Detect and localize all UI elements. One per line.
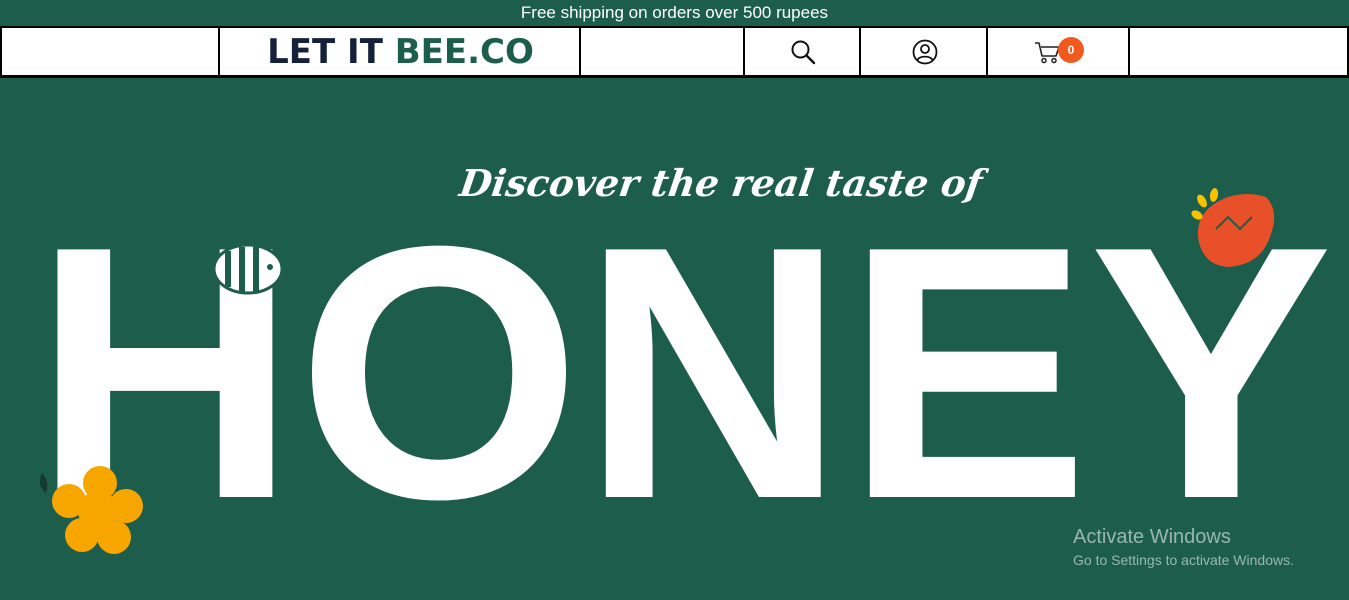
announcement-bar: Free shipping on orders over 500 rupees xyxy=(0,0,1349,26)
logo-link[interactable]: LET IT BEE.CO xyxy=(218,28,581,75)
search-button[interactable] xyxy=(743,28,861,75)
search-icon xyxy=(791,40,816,64)
watermark-title: Activate Windows xyxy=(1073,526,1231,548)
bee-icon xyxy=(212,186,289,295)
brand-logo: LET IT BEE.CO xyxy=(267,32,534,72)
hero-banner: Discover the real taste of HONEY xyxy=(0,79,1349,600)
brand-name-part1: LET IT xyxy=(267,31,395,72)
red-flower-icon xyxy=(1191,188,1275,267)
hero-tagline: Discover the real taste of xyxy=(456,161,986,205)
announcement-text: Free shipping on orders over 500 rupees xyxy=(520,3,829,22)
site-header: LET IT BEE.CO xyxy=(0,26,1349,78)
header-spacer-right xyxy=(1128,28,1347,75)
account-button[interactable] xyxy=(859,28,988,75)
cart-count-badge: 0 xyxy=(1058,37,1084,63)
brand-name-part2: BEE.CO xyxy=(394,31,534,72)
user-icon xyxy=(912,39,937,64)
flower-icon xyxy=(25,466,143,554)
os-activation-watermark: Activate Windows Go to Settings to activ… xyxy=(1073,526,1294,568)
header-spacer-left xyxy=(2,28,220,75)
header-spacer-mid xyxy=(579,28,745,75)
watermark-subtitle: Go to Settings to activate Windows. xyxy=(1073,552,1294,568)
